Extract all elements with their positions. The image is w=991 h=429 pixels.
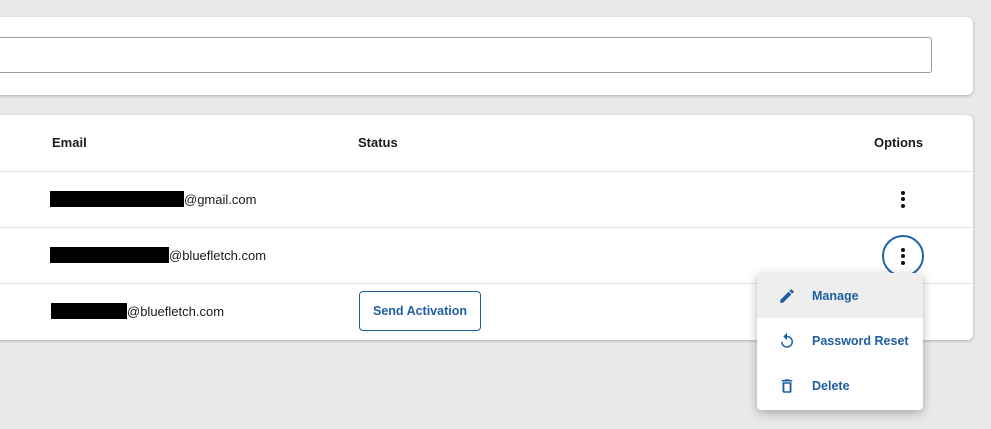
menu-item-label: Delete bbox=[812, 378, 850, 393]
row-options-button[interactable] bbox=[882, 235, 924, 277]
redacted-text bbox=[51, 303, 127, 319]
redacted-text bbox=[50, 191, 184, 207]
column-header-status: Status bbox=[358, 135, 398, 150]
table-row-email: @gmail.com bbox=[50, 190, 256, 208]
column-header-options: Options bbox=[874, 135, 924, 150]
send-activation-button[interactable]: Send Activation bbox=[359, 291, 481, 331]
column-header-email: Email bbox=[52, 135, 87, 150]
reset-icon bbox=[777, 331, 797, 351]
options-menu: Manage Password Reset Delete bbox=[757, 273, 923, 410]
menu-item-password-reset[interactable]: Password Reset bbox=[757, 318, 923, 363]
email-domain: @bluefletch.com bbox=[127, 303, 225, 319]
trash-icon bbox=[777, 376, 797, 396]
menu-item-manage[interactable]: Manage bbox=[757, 273, 923, 318]
table-row-email: @bluefletch.com bbox=[50, 246, 266, 264]
email-domain: @gmail.com bbox=[184, 191, 257, 207]
pencil-icon bbox=[777, 286, 797, 306]
search-input[interactable] bbox=[0, 38, 931, 72]
row-divider bbox=[0, 227, 973, 228]
row-divider bbox=[0, 171, 973, 172]
more-vertical-icon bbox=[901, 247, 905, 265]
menu-item-label: Password Reset bbox=[812, 333, 909, 348]
menu-item-label: Manage bbox=[812, 288, 859, 303]
search-field[interactable] bbox=[0, 37, 932, 73]
redacted-text bbox=[50, 247, 169, 263]
more-vertical-icon bbox=[901, 190, 905, 208]
row-options-button[interactable] bbox=[883, 179, 923, 219]
search-card bbox=[0, 17, 973, 95]
menu-item-delete[interactable]: Delete bbox=[757, 363, 923, 408]
email-domain: @bluefletch.com bbox=[169, 247, 267, 263]
table-row-email: @bluefletch.com bbox=[51, 302, 224, 320]
